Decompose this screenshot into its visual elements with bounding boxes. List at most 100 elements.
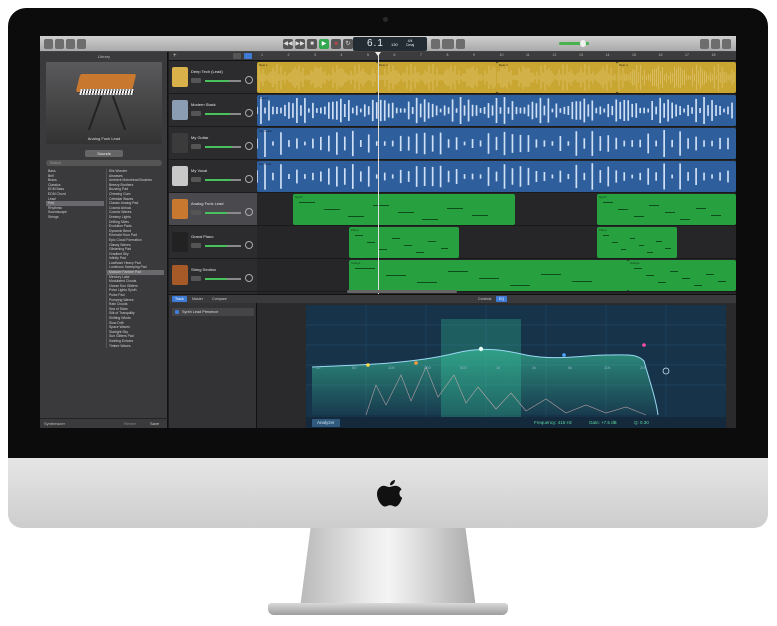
tuner-button[interactable] bbox=[431, 39, 440, 49]
fast-forward-button[interactable]: ▶▶ bbox=[295, 39, 305, 49]
track-volume-slider[interactable] bbox=[205, 212, 241, 214]
region[interactable]: Synth bbox=[293, 194, 515, 225]
track-volume-slider[interactable] bbox=[205, 80, 241, 82]
editors-button[interactable] bbox=[77, 39, 86, 49]
library-toggle-button[interactable] bbox=[44, 39, 53, 49]
catch-button[interactable] bbox=[244, 53, 252, 59]
add-track-button[interactable]: + bbox=[173, 53, 177, 59]
track-headers: + Deep Tech (Lead) Modern Stack My Guitar M… bbox=[169, 52, 257, 294]
tab-compare[interactable]: Compare bbox=[209, 296, 230, 302]
plugin-slot[interactable]: Synth Lead Presence bbox=[172, 308, 254, 316]
eq-curve-fill bbox=[312, 349, 658, 415]
track-lane[interactable]: Strings Strings bbox=[257, 259, 736, 292]
mute-solo-buttons[interactable] bbox=[191, 111, 201, 116]
track-header[interactable]: Analog Funk Lead bbox=[169, 193, 257, 226]
record-button[interactable]: ● bbox=[331, 39, 341, 49]
mute-solo-buttons[interactable] bbox=[191, 78, 201, 83]
track-volume-slider[interactable] bbox=[205, 245, 241, 247]
region[interactable]: Piano bbox=[597, 227, 677, 258]
tab-controls[interactable]: Controls bbox=[475, 296, 494, 302]
region[interactable]: Strings bbox=[628, 260, 736, 291]
media-browser-button[interactable] bbox=[722, 39, 731, 49]
playhead[interactable] bbox=[375, 52, 381, 294]
track-lane[interactable]: Piano Piano bbox=[257, 226, 736, 259]
pan-knob[interactable] bbox=[245, 274, 253, 282]
cycle-button[interactable]: ↻ bbox=[343, 39, 353, 49]
region[interactable]: Bass 2 bbox=[257, 95, 736, 126]
track-volume-slider[interactable] bbox=[205, 146, 241, 148]
master-volume-slider[interactable] bbox=[559, 40, 589, 47]
region[interactable]: Beat 4 bbox=[617, 62, 736, 93]
track-header[interactable]: Modern Stack bbox=[169, 94, 257, 127]
smart-controls-button[interactable] bbox=[66, 39, 75, 49]
region[interactable]: Beat 1 bbox=[257, 62, 377, 93]
metronome-button[interactable] bbox=[456, 39, 465, 49]
region[interactable]: Piano bbox=[349, 227, 459, 258]
help-button[interactable] bbox=[55, 39, 64, 49]
analyzer-button[interactable]: Analyzer bbox=[312, 419, 340, 427]
track-header[interactable]: My Vocal bbox=[169, 160, 257, 193]
count-in-button[interactable] bbox=[442, 39, 454, 49]
go-to-start-button[interactable]: ■ bbox=[307, 39, 317, 49]
track-volume-slider[interactable] bbox=[205, 113, 241, 115]
region[interactable]: Beat 2 bbox=[377, 62, 497, 93]
mute-solo-buttons[interactable] bbox=[191, 144, 201, 149]
ruler-mark: 12 bbox=[552, 53, 557, 57]
category-item[interactable]: Strings bbox=[46, 215, 104, 220]
revert-button[interactable]: Revert bbox=[124, 421, 136, 426]
mute-solo-buttons[interactable] bbox=[191, 243, 201, 248]
library-type-select[interactable]: Synthesizer bbox=[44, 421, 65, 426]
notepad-button[interactable] bbox=[700, 39, 709, 49]
ruler[interactable]: 1 2 3 4 5 6 7 8 9 10 11 12 13 14 15 16 17 18 bbox=[257, 52, 736, 61]
eq-display[interactable]: 20 50 100 200 500 1k 2k 5k 10k 20k Analyzer Frequ… bbox=[306, 305, 726, 428]
pan-knob[interactable] bbox=[245, 142, 253, 150]
track-header[interactable]: Deep Tech (Lead) bbox=[169, 61, 257, 94]
pan-knob[interactable] bbox=[245, 109, 253, 117]
region[interactable]: My Vocal bbox=[257, 161, 736, 192]
eq-band-5-handle[interactable] bbox=[642, 343, 646, 347]
track-header[interactable]: My Guitar bbox=[169, 127, 257, 160]
plugin-power-icon[interactable] bbox=[175, 310, 179, 314]
lcd-display[interactable]: 6.1 130 4/4 Cmaj bbox=[353, 37, 427, 51]
track-volume-slider[interactable] bbox=[205, 278, 241, 280]
eq-band-1-handle[interactable] bbox=[366, 363, 370, 367]
tab-eq[interactable]: EQ bbox=[496, 296, 508, 302]
track-lane[interactable]: Bass 2 bbox=[257, 94, 736, 127]
region[interactable]: Beat 3 bbox=[497, 62, 617, 93]
tracks-area[interactable]: 1 2 3 4 5 6 7 8 9 10 11 12 13 14 15 16 17 18 Beat 1 Beat 2… bbox=[257, 52, 736, 294]
eq-band-3-handle[interactable] bbox=[478, 346, 484, 352]
save-button[interactable]: Save bbox=[150, 421, 159, 426]
eq-graph[interactable]: 20 50 100 200 500 1k 2k 5k 10k 20k bbox=[306, 305, 726, 417]
tab-master[interactable]: Master bbox=[189, 296, 206, 302]
sounds-button[interactable]: Sounds bbox=[85, 150, 123, 157]
eq-band-4-handle[interactable] bbox=[562, 353, 566, 357]
loop-browser-button[interactable] bbox=[711, 39, 720, 49]
track-name: String Section bbox=[191, 267, 216, 272]
eq-band-2-handle[interactable] bbox=[414, 361, 418, 365]
mute-solo-buttons[interactable] bbox=[191, 276, 201, 281]
library-search-input[interactable]: Search bbox=[46, 160, 162, 166]
track-lane[interactable]: My Vocal bbox=[257, 160, 736, 193]
preset-item[interactable]: Timbre Waves bbox=[107, 344, 164, 349]
track-lane[interactable]: My Guitar bbox=[257, 127, 736, 160]
track-header[interactable]: String Section bbox=[169, 259, 257, 292]
region[interactable]: Strings bbox=[349, 260, 628, 291]
mute-solo-buttons[interactable] bbox=[191, 210, 201, 215]
play-button[interactable]: ▶ bbox=[319, 39, 329, 49]
region[interactable]: My Guitar bbox=[257, 128, 736, 159]
region[interactable]: Synth bbox=[597, 194, 736, 225]
pan-knob[interactable] bbox=[245, 175, 253, 183]
pan-knob[interactable] bbox=[245, 208, 253, 216]
pan-knob[interactable] bbox=[245, 76, 253, 84]
track-lane[interactable]: Synth Synth bbox=[257, 193, 736, 226]
midi-note bbox=[647, 252, 654, 253]
pan-knob[interactable] bbox=[245, 241, 253, 249]
track-header[interactable]: Grand Piano bbox=[169, 226, 257, 259]
horizontal-scrollbar[interactable] bbox=[347, 290, 457, 293]
rewind-button[interactable]: ◀◀ bbox=[283, 39, 293, 49]
mute-solo-buttons[interactable] bbox=[191, 177, 201, 182]
track-volume-slider[interactable] bbox=[205, 179, 241, 181]
tab-track[interactable]: Track bbox=[172, 296, 187, 302]
track-lane[interactable]: Beat 1 Beat 2 Beat 3 Beat 4 bbox=[257, 61, 736, 94]
smart-tempo-button[interactable] bbox=[233, 53, 241, 59]
